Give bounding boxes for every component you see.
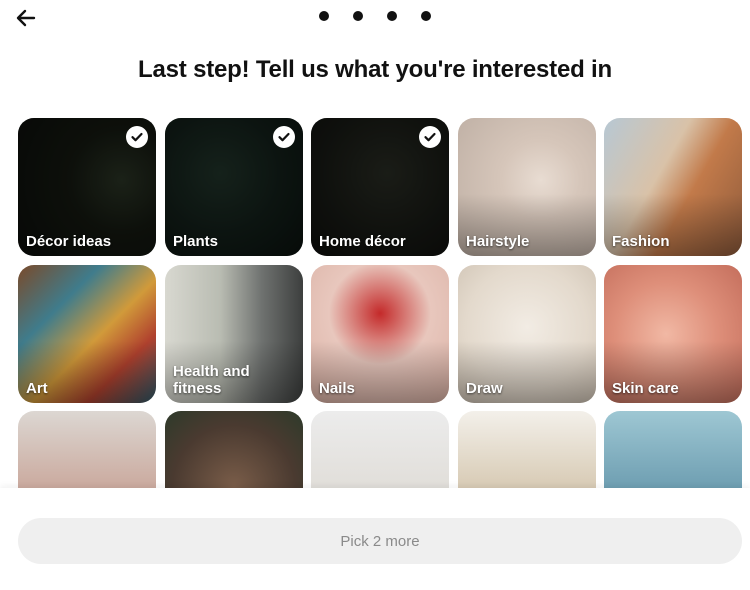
topic-label: Art	[26, 380, 48, 397]
topic-image	[458, 411, 596, 490]
topic-label: Home décor	[319, 233, 406, 250]
topic-tile-art[interactable]: Art	[18, 265, 156, 403]
topic-label: Draw	[466, 380, 503, 397]
topic-tile[interactable]	[458, 411, 596, 490]
topic-tile[interactable]	[604, 411, 742, 490]
topic-image	[165, 411, 303, 490]
topic-label: Plants	[173, 233, 219, 250]
topic-tile-home-decor[interactable]: Home décor	[311, 118, 449, 256]
topic-label: Health and fitness	[173, 363, 250, 397]
topic-tile-draw[interactable]: Draw	[458, 265, 596, 403]
progress-dot	[387, 11, 397, 21]
topic-tile-fashion[interactable]: Fashion	[604, 118, 742, 256]
progress-dot	[421, 11, 431, 21]
progress-dot	[319, 11, 329, 21]
progress-indicator	[0, 11, 750, 21]
topic-tile[interactable]	[311, 411, 449, 490]
topic-image	[604, 411, 742, 490]
topic-tile-plants[interactable]: Plants	[165, 118, 303, 256]
topic-label: Skin care	[612, 380, 679, 397]
topic-label: Nails	[319, 380, 355, 397]
topic-tile[interactable]	[165, 411, 303, 490]
checkmark-icon	[419, 126, 441, 148]
topic-label: Fashion	[612, 233, 670, 250]
checkmark-icon	[126, 126, 148, 148]
topic-grid: Décor ideas Plants Home décor Hairstyle …	[18, 118, 744, 490]
topic-tile-decor-ideas[interactable]: Décor ideas	[18, 118, 156, 256]
checkmark-icon	[273, 126, 295, 148]
topic-tile[interactable]	[18, 411, 156, 490]
page-title: Last step! Tell us what you're intereste…	[138, 56, 612, 83]
progress-dot	[353, 11, 363, 21]
topic-tile-nails[interactable]: Nails	[311, 265, 449, 403]
topic-image	[18, 411, 156, 490]
topic-tile-health-fitness[interactable]: Health and fitness	[165, 265, 303, 403]
topic-image	[311, 411, 449, 490]
topic-tile-hairstyle[interactable]: Hairstyle	[458, 118, 596, 256]
topic-label: Décor ideas	[26, 233, 112, 250]
pick-more-button[interactable]: Pick 2 more	[18, 518, 742, 564]
topic-tile-skin-care[interactable]: Skin care	[604, 265, 742, 403]
topic-label: Hairstyle	[466, 233, 530, 250]
footer-bar: Pick 2 more	[0, 488, 750, 590]
